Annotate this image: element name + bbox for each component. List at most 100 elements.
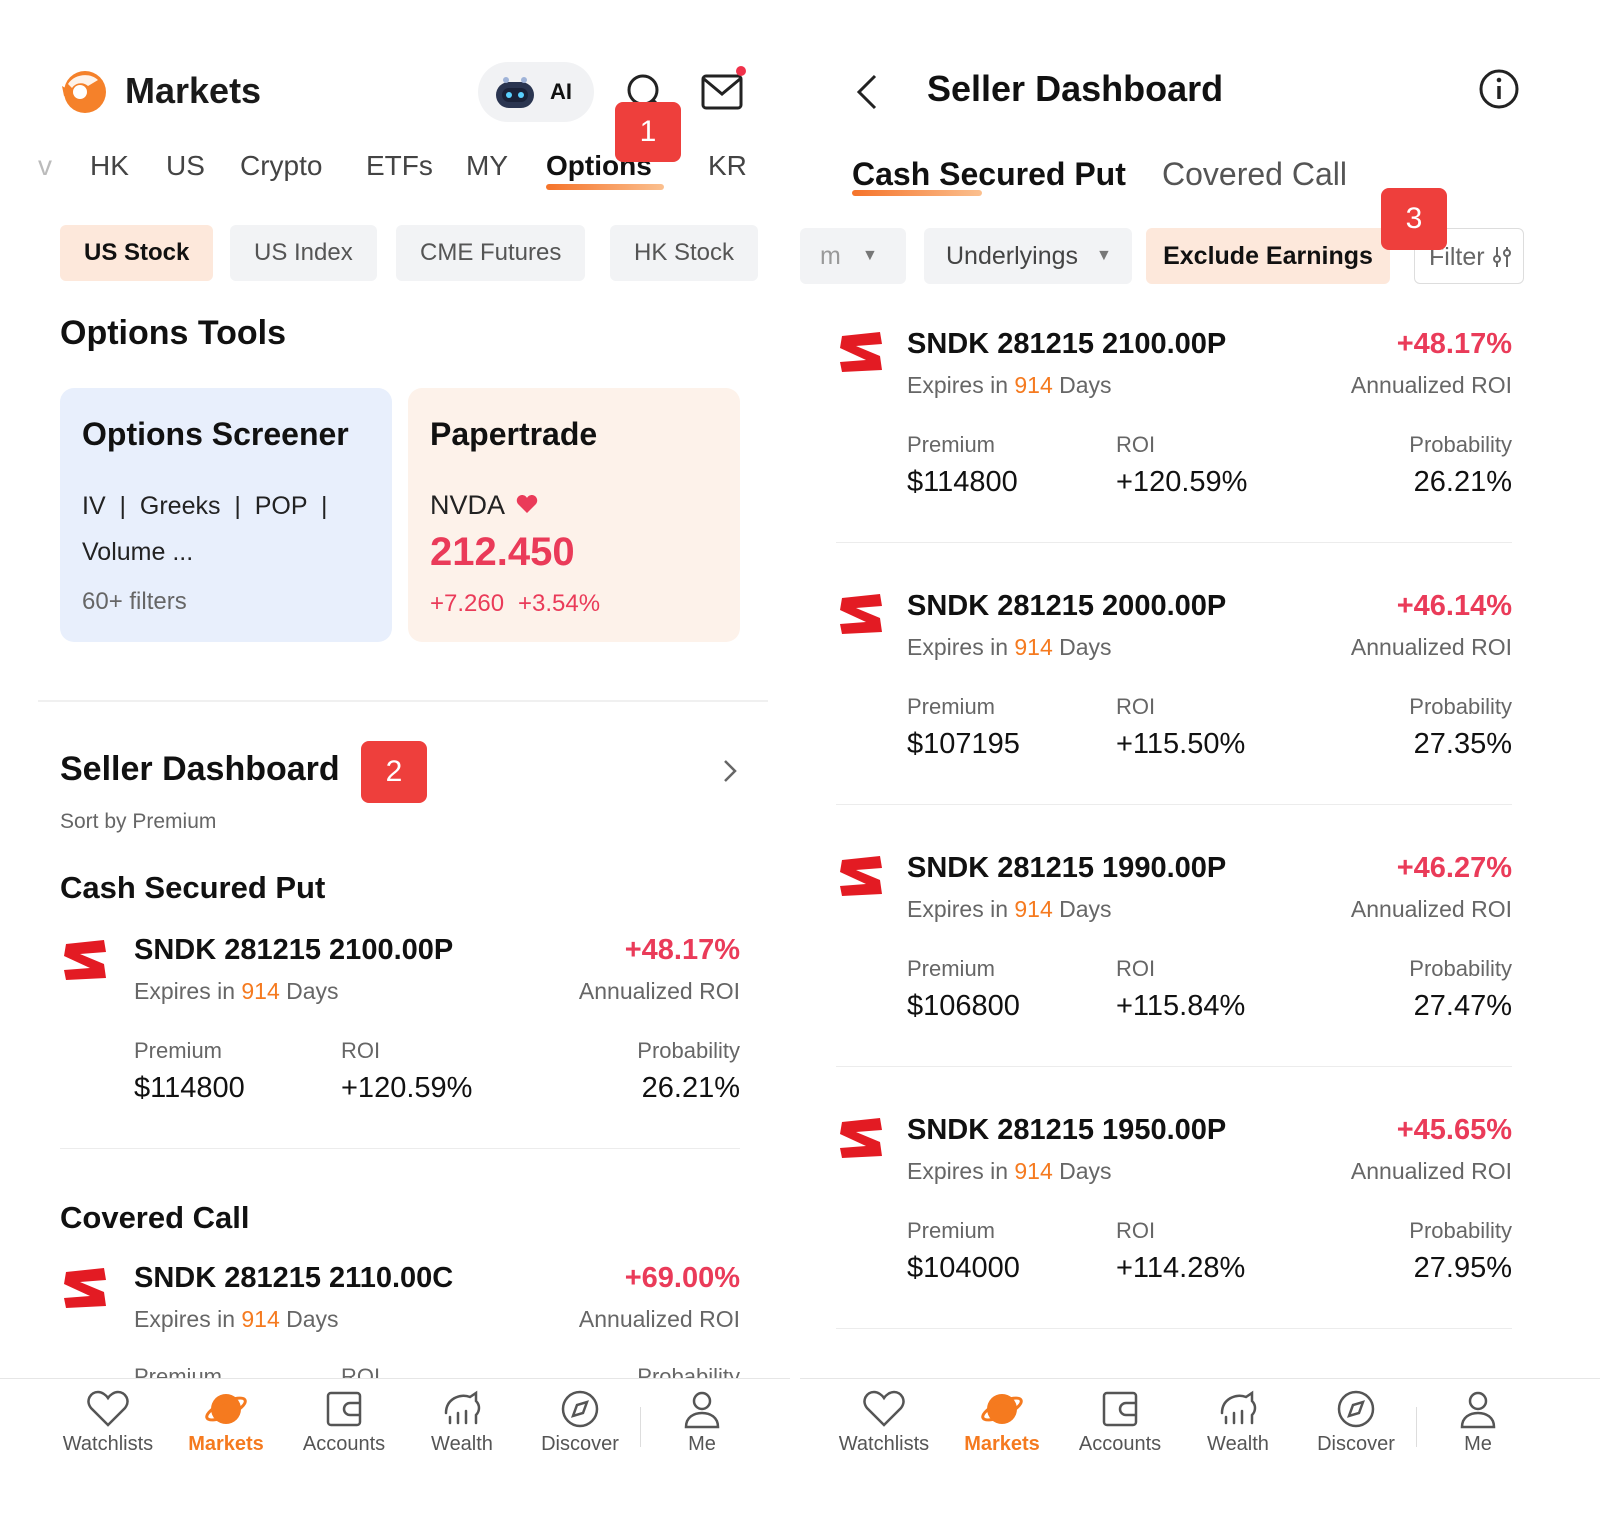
back-arrow-icon[interactable] [851,72,881,112]
heart-outline-icon [87,1390,129,1427]
wallet-icon [326,1391,362,1427]
annualized-roi-label: Annualized ROI [578,1306,740,1332]
section-divider [38,700,768,702]
annualized-roi-value: +69.00% [624,1262,740,1294]
tab-etfs[interactable]: ETFs [366,150,433,182]
notification-dot [736,66,746,76]
annualized-roi-label: Annualized ROI [1350,896,1512,922]
expiry-days: 914 [241,978,280,1004]
ai-label: AI [550,79,572,104]
compass-icon [561,1390,599,1428]
expiry-text: Expires in 914 Days [907,634,1112,660]
active-tab-indicator [546,184,664,190]
row-divider [836,1066,1512,1067]
premium-value: $114800 [134,1072,245,1104]
screener-filters-count: 60+ filters [82,588,187,615]
premium-label: Premium [134,1038,223,1063]
info-icon[interactable] [1478,68,1520,110]
step-badge-1: 1 [615,102,681,162]
annualized-roi-label: Annualized ROI [578,978,740,1004]
person-icon [1460,1391,1496,1429]
sndk-logo-icon [840,332,882,372]
probability-label: Probability [1409,432,1512,457]
row-divider [60,1148,740,1149]
options-screener-card[interactable]: Options Screener IV | Greeks | POP | Vol… [60,388,392,642]
ticker: SNDK 281215 2110.00C [134,1262,454,1294]
expiry-text: Expires in 914 Days [134,1306,339,1332]
nav-accounts[interactable]: Accounts [1070,1389,1170,1456]
roi-value: +114.28% [1116,1252,1246,1284]
tab-hk[interactable]: HK [90,150,129,182]
chip-us-index[interactable]: US Index [230,225,377,281]
nav-me[interactable]: Me [652,1389,752,1456]
probability-label: Probability [1409,956,1512,981]
tab-partial[interactable]: v [38,150,52,182]
nav-watchlists[interactable]: Watchlists [58,1389,158,1456]
nav-markets[interactable]: Markets [952,1389,1052,1456]
nav-wealth[interactable]: Wealth [412,1389,512,1456]
expiry-days: 914 [1014,896,1053,922]
nav-label: Markets [188,1433,264,1455]
ticker: SNDK 281215 1990.00P [907,852,1227,884]
papertrade-change: +7.260 [430,590,505,617]
nav-me[interactable]: Me [1428,1389,1528,1456]
papertrade-price: 212.450 [430,530,575,574]
tab-my[interactable]: MY [466,150,508,182]
nav-discover[interactable]: Discover [1306,1389,1406,1456]
nav-label: Wealth [431,1433,493,1455]
annualized-roi-label: Annualized ROI [1350,1158,1512,1184]
sndk-logo-icon [840,856,882,896]
row-divider [836,1328,1512,1329]
mail-icon[interactable] [700,70,746,114]
probability-value: 26.21% [1413,466,1512,498]
nav-separator [640,1407,641,1447]
csp-section-title: Cash Secured Put [60,870,326,905]
nav-wealth[interactable]: Wealth [1188,1389,1288,1456]
nav-discover[interactable]: Discover [530,1389,630,1456]
tab-cash-secured-put[interactable]: Cash Secured Put [852,156,1126,193]
premium-value: $104000 [907,1252,1020,1284]
ticker: SNDK 281215 2000.00P [907,590,1227,622]
step-badge-3: 3 [1381,188,1447,250]
papertrade-card[interactable]: Papertrade NVDA 212.450 +7.260 +3.54% [408,388,740,642]
caret-down-icon: ▼ [862,247,878,264]
premium-value: $107195 [907,728,1020,760]
underlyings-dropdown[interactable]: Underlyings ▼ [924,228,1132,284]
expiry-days: 914 [241,1306,280,1332]
tab-crypto[interactable]: Crypto [240,150,322,182]
ticker: SNDK 281215 2100.00P [134,934,454,966]
chip-cme-futures[interactable]: CME Futures [396,225,586,281]
probability-label: Probability [1409,694,1512,719]
chip-us-stock[interactable]: US Stock [60,225,214,281]
chevron-right-icon[interactable] [722,758,738,784]
row-divider [836,542,1512,543]
chip-hk-stock[interactable]: HK Stock [610,225,759,281]
expiry-text: Expires in 914 Days [907,372,1112,398]
expiry-text: Expires in 914 Days [907,896,1112,922]
tab-us[interactable]: US [166,150,205,182]
seller-dashboard-title[interactable]: Seller Dashboard [60,750,340,789]
piggy-bank-icon [444,1390,481,1425]
partial-filter-dropdown[interactable]: m ▼ [800,228,906,284]
sliders-icon [1493,247,1511,267]
planet-icon [205,1394,247,1424]
exclude-earnings-chip[interactable]: Exclude Earnings [1146,228,1390,284]
ai-assistant-button[interactable]: AI [478,62,594,122]
probability-label: Probability [637,1038,740,1063]
nav-markets[interactable]: Markets [176,1389,276,1456]
papertrade-change-pct: +3.54% [518,590,601,617]
probability-label: Probability [1409,1218,1512,1243]
roi-value: +120.59% [341,1072,473,1104]
nav-label: Watchlists [838,1433,930,1455]
expiry-text: Expires in 914 Days [907,1158,1112,1184]
nav-watchlists[interactable]: Watchlists [834,1389,934,1456]
annualized-roi-value: +45.65% [1396,1114,1512,1146]
underlyings-label: Underlyings [946,242,1079,270]
roi-value: +115.50% [1116,728,1246,760]
tab-covered-call[interactable]: Covered Call [1162,156,1347,193]
annualized-roi-value: +48.17% [1396,328,1512,360]
expiry-days: 914 [1014,634,1053,660]
tab-kr[interactable]: KR [708,150,747,182]
nav-accounts[interactable]: Accounts [294,1389,394,1456]
roi-label: ROI [1116,694,1156,719]
